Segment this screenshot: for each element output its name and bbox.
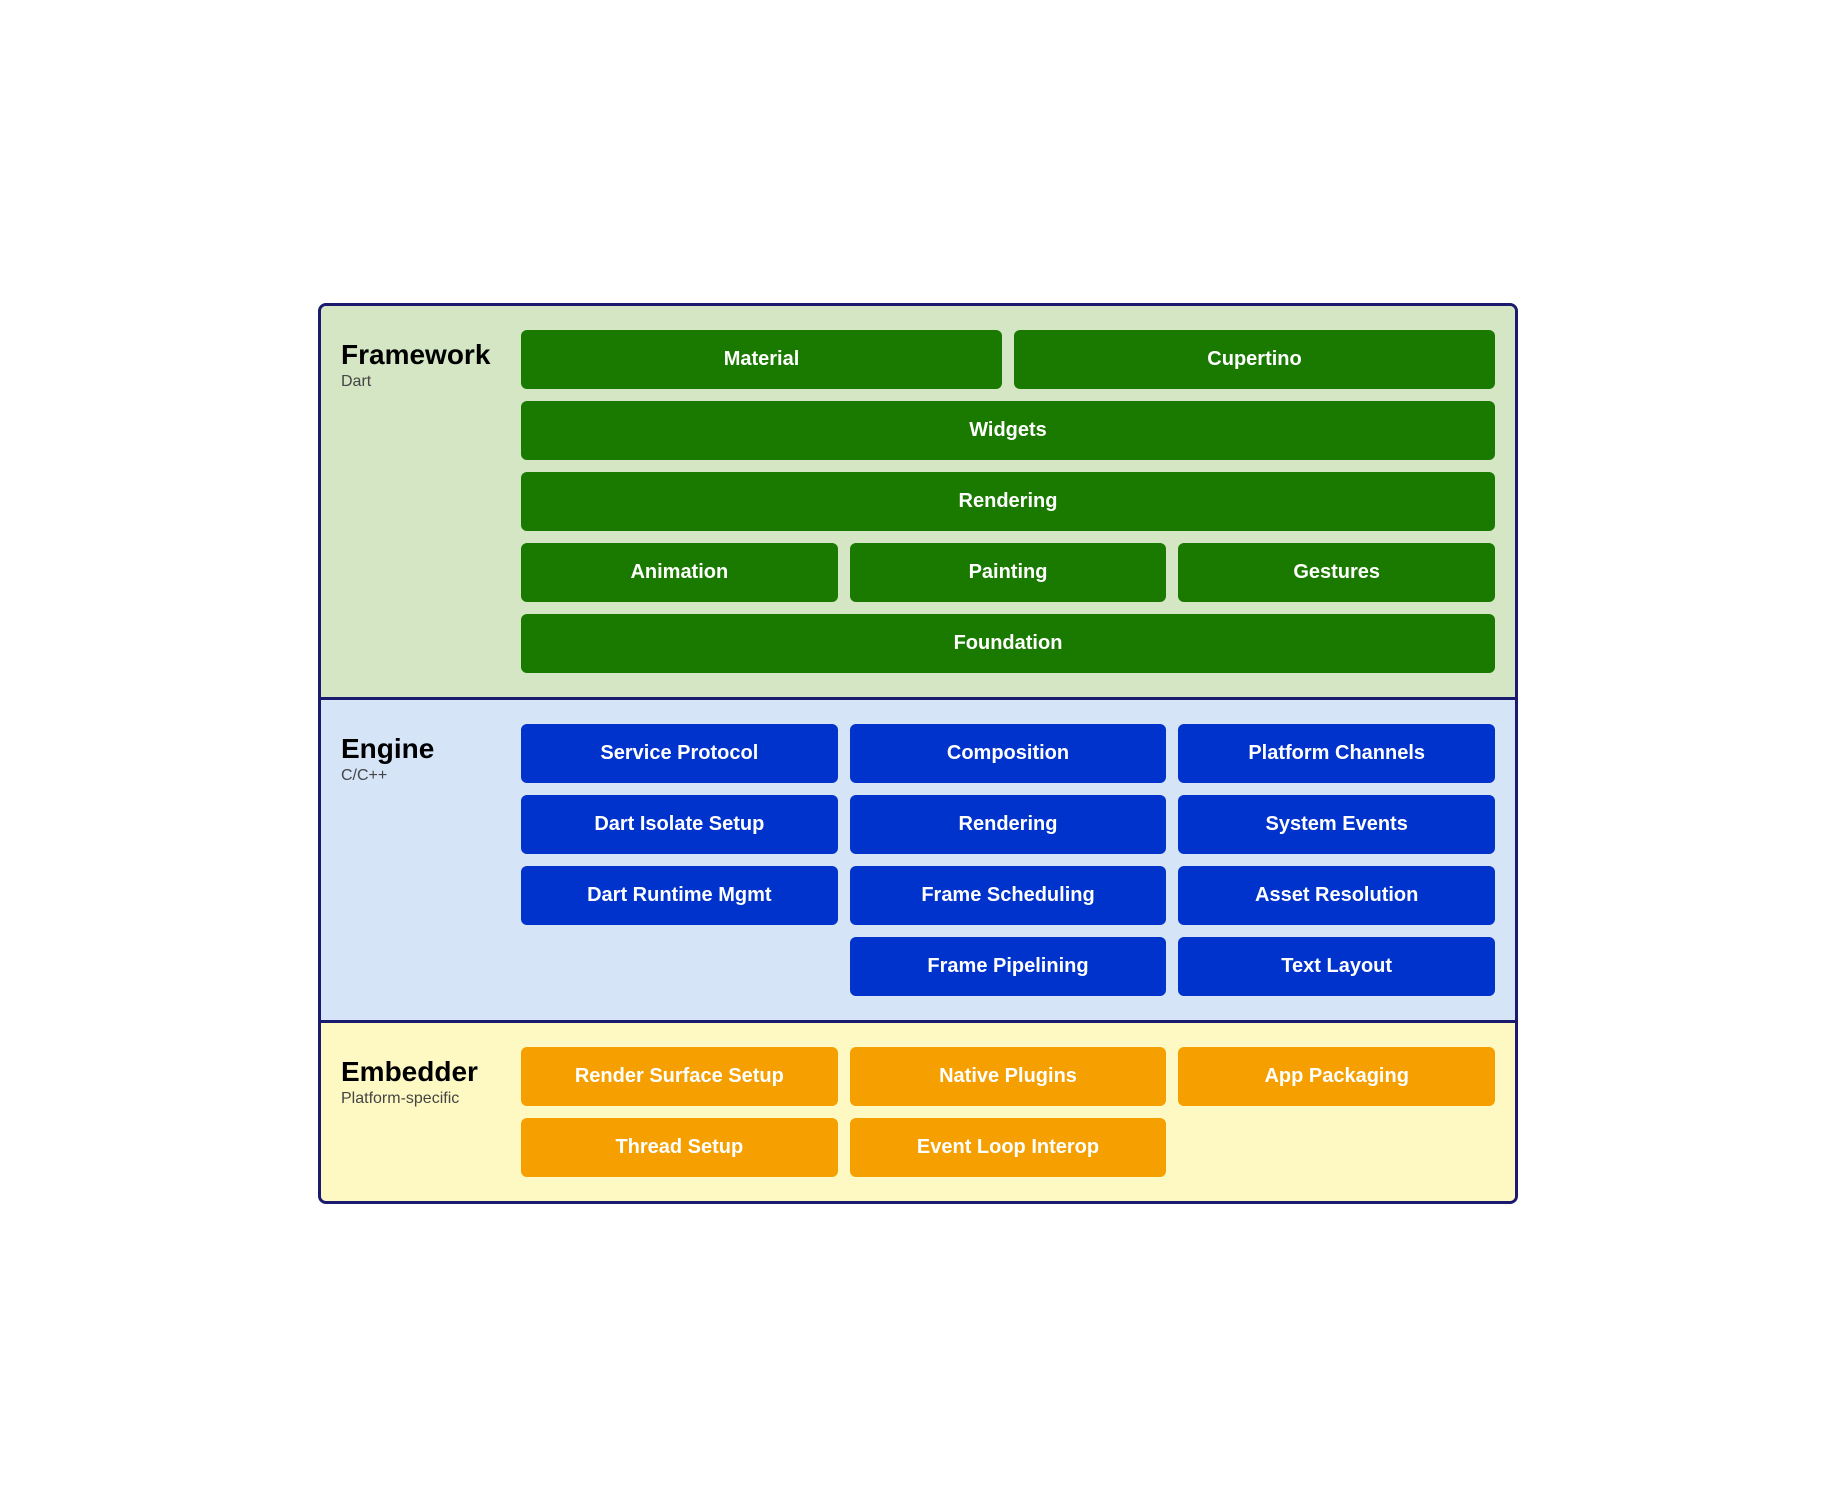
engine-content: Service Protocol Composition Platform Ch… [521, 724, 1495, 996]
embedder-subtitle: Platform-specific [341, 1090, 521, 1108]
framework-label: Framework Dart [341, 330, 521, 673]
rendering-engine-block: Rendering [850, 795, 1167, 854]
framework-subtitle: Dart [341, 373, 521, 391]
framework-row-5: Foundation [521, 614, 1495, 673]
service-protocol-block: Service Protocol [521, 724, 838, 783]
system-events-block: System Events [1178, 795, 1495, 854]
framework-row-1: Material Cupertino [521, 330, 1495, 389]
diagram-container: Framework Dart Material Cupertino Widget… [318, 303, 1518, 1204]
gestures-block: Gestures [1178, 543, 1495, 602]
cupertino-block: Cupertino [1014, 330, 1495, 389]
embedder-row-2: Thread Setup Event Loop Interop [521, 1118, 1495, 1177]
embedder-title: Embedder [341, 1055, 521, 1089]
framework-row-2: Widgets [521, 401, 1495, 460]
event-loop-interop-block: Event Loop Interop [850, 1118, 1167, 1177]
framework-title: Framework [341, 338, 521, 372]
frame-scheduling-block: Frame Scheduling [850, 866, 1167, 925]
frame-pipelining-block: Frame Pipelining [850, 937, 1167, 996]
framework-layer: Framework Dart Material Cupertino Widget… [321, 306, 1515, 700]
platform-channels-block: Platform Channels [1178, 724, 1495, 783]
thread-setup-block: Thread Setup [521, 1118, 838, 1177]
widgets-block: Widgets [521, 401, 1495, 460]
render-surface-setup-block: Render Surface Setup [521, 1047, 838, 1106]
engine-title: Engine [341, 732, 521, 766]
framework-content: Material Cupertino Widgets Rendering [521, 330, 1495, 673]
framework-row-4: Animation Painting Gestures [521, 543, 1495, 602]
engine-label: Engine C/C++ [341, 724, 521, 996]
engine-row-3: Dart Runtime Mgmt Frame Scheduling Asset… [521, 866, 1495, 925]
rendering-framework-block: Rendering [521, 472, 1495, 531]
framework-row-3: Rendering [521, 472, 1495, 531]
engine-subtitle: C/C++ [341, 767, 521, 785]
engine-row-2: Dart Isolate Setup Rendering System Even… [521, 795, 1495, 854]
embedder-layer: Embedder Platform-specific Render Surfac… [321, 1023, 1515, 1201]
text-layout-block: Text Layout [1178, 937, 1495, 996]
dart-runtime-mgmt-block: Dart Runtime Mgmt [521, 866, 838, 925]
dart-isolate-setup-block: Dart Isolate Setup [521, 795, 838, 854]
embedder-content: Render Surface Setup Native Plugins App … [521, 1047, 1495, 1177]
engine-row-1: Service Protocol Composition Platform Ch… [521, 724, 1495, 783]
embedder-label: Embedder Platform-specific [341, 1047, 521, 1177]
native-plugins-block: Native Plugins [850, 1047, 1167, 1106]
painting-block: Painting [850, 543, 1167, 602]
embedder-row-1: Render Surface Setup Native Plugins App … [521, 1047, 1495, 1106]
engine-layer: Engine C/C++ Service Protocol Compositio… [321, 700, 1515, 1023]
engine-row-4: Frame Pipelining Text Layout [521, 937, 1495, 996]
animation-block: Animation [521, 543, 838, 602]
foundation-block: Foundation [521, 614, 1495, 673]
asset-resolution-block: Asset Resolution [1178, 866, 1495, 925]
app-packaging-block: App Packaging [1178, 1047, 1495, 1106]
material-block: Material [521, 330, 1002, 389]
composition-block: Composition [850, 724, 1167, 783]
